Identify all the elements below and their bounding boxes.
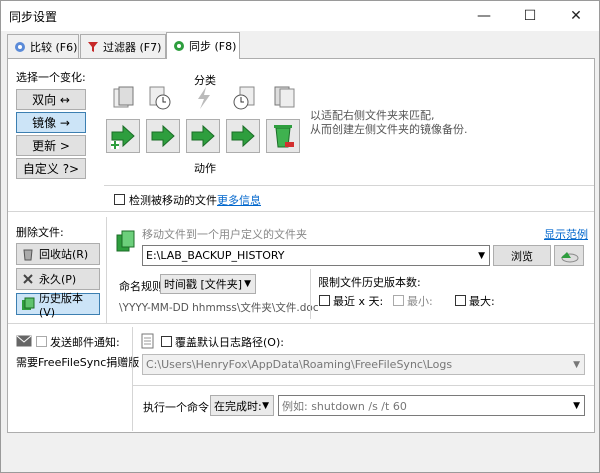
chevron-down-icon[interactable]: ▼ bbox=[573, 401, 580, 411]
run-command-when-select[interactable]: 在完成时: ▼ bbox=[210, 395, 274, 416]
tab-sync-label: 同步 (F8) bbox=[189, 40, 237, 53]
variant-update-button[interactable]: 更新 > bbox=[16, 135, 86, 156]
delete-recycle-bin-button[interactable]: 回收站(R) bbox=[16, 243, 100, 265]
chevron-down-icon[interactable]: ▼ bbox=[478, 251, 485, 261]
sync-settings-window: 同步设置 — ☐ ✕ 比较 (F6) 过滤器 (F7) 同步 (F8) 选择一个… bbox=[0, 0, 600, 473]
divider bbox=[132, 385, 594, 386]
action-delete-right-button[interactable] bbox=[266, 119, 300, 153]
limit-last-days-checkbox[interactable] bbox=[319, 295, 330, 306]
naming-select-value: 时间戳 [文件夹] bbox=[164, 278, 243, 291]
override-log-path-checkbox[interactable] bbox=[161, 336, 172, 347]
delete-versioning-label: 历史版本(V) bbox=[38, 291, 83, 319]
run-command-label: 执行一个命令: bbox=[143, 401, 213, 414]
naming-example: \YYYY-MM-DD hhmmss\文件夹\文件.doc bbox=[119, 302, 319, 314]
variant-header: 选择一个变化: bbox=[16, 71, 86, 84]
email-notify-checkbox[interactable] bbox=[36, 336, 47, 347]
delete-x-icon bbox=[23, 274, 33, 284]
recycle-bin-icon bbox=[274, 125, 294, 148]
green-arrow-icon bbox=[231, 124, 255, 148]
chevron-down-icon[interactable]: ▼ bbox=[573, 360, 580, 370]
tab-compare[interactable]: 比较 (F6) bbox=[7, 34, 79, 58]
limit-max-checkbox[interactable] bbox=[455, 295, 466, 306]
detect-moved-label: 检测被移动的文件 bbox=[129, 194, 217, 207]
tab-filter[interactable]: 过滤器 (F7) bbox=[80, 34, 166, 58]
recycle-bin-icon bbox=[23, 249, 33, 261]
tab-compare-label: 比较 (F6) bbox=[30, 40, 78, 54]
delete-permanent-button[interactable]: 永久(P) bbox=[16, 268, 100, 290]
chevron-down-icon: ▼ bbox=[244, 279, 251, 289]
tab-filter-label: 过滤器 (F7) bbox=[103, 40, 162, 54]
action-overwrite-newer-button[interactable] bbox=[146, 119, 180, 153]
show-example-link[interactable]: 显示范例 bbox=[544, 226, 588, 242]
log-path-value: C:\Users\HenryFox\AppData\Roaming\FreeFi… bbox=[146, 358, 453, 371]
delete-recycle-bin-label: 回收站(R) bbox=[39, 248, 89, 261]
naming-select[interactable]: 时间戳 [文件夹] ▼ bbox=[160, 274, 256, 294]
action-create-left-button[interactable] bbox=[106, 119, 140, 153]
cloud-icon bbox=[561, 251, 579, 262]
action-overwrite-different-button[interactable] bbox=[186, 119, 220, 153]
green-arrow-icon bbox=[191, 124, 215, 148]
green-arrow-plus-icon bbox=[111, 124, 135, 149]
right-only-icon bbox=[272, 85, 296, 111]
sync-panel: 选择一个变化: 双向 ↔ 镜像 → 更新 > 自定义 ?> 分类 动作 以适配右… bbox=[7, 58, 595, 433]
divider bbox=[8, 211, 594, 212]
run-command-when-value: 在完成时: bbox=[214, 399, 262, 413]
variant-two-way-button[interactable]: 双向 ↔ bbox=[16, 89, 86, 110]
run-command-input[interactable]: 例如: shutdown /s /t 60 ▼ bbox=[278, 395, 585, 416]
versioning-icon bbox=[22, 297, 35, 310]
donation-required-label: 需要FreeFileSync捐赠版 bbox=[16, 356, 140, 369]
variant-custom-button[interactable]: 自定义 ?> bbox=[16, 158, 86, 179]
limit-last-days-label: 最近 x 天: bbox=[333, 295, 384, 308]
divider bbox=[106, 217, 107, 323]
divider bbox=[8, 323, 594, 324]
versioning-folder-input[interactable]: E:\LAB_BACKUP_HISTORY ▼ bbox=[142, 245, 490, 266]
maximize-button[interactable]: ☐ bbox=[507, 1, 553, 31]
green-arrow-icon bbox=[151, 124, 175, 148]
delete-permanent-label: 永久(P) bbox=[39, 273, 77, 286]
divider bbox=[310, 269, 311, 319]
filter-icon bbox=[88, 41, 98, 52]
tab-sync[interactable]: 同步 (F8) bbox=[166, 32, 240, 59]
versioning-folder-icon bbox=[116, 229, 136, 253]
log-file-icon bbox=[141, 333, 155, 349]
left-only-icon bbox=[112, 85, 136, 111]
override-log-path-label: 覆盖默认日志路径(O): bbox=[175, 336, 284, 349]
cloud-folder-button[interactable] bbox=[554, 245, 584, 266]
versioning-move-hint: 移动文件到一个用户定义的文件夹 bbox=[142, 228, 307, 241]
chevron-down-icon: ▼ bbox=[262, 400, 269, 411]
left-newer-icon bbox=[148, 85, 172, 111]
title-bar: 同步设置 — ☐ ✕ bbox=[1, 1, 599, 31]
gear-green-icon bbox=[174, 41, 184, 51]
limit-min-checkbox[interactable] bbox=[393, 295, 404, 306]
run-command-placeholder: 例如: shutdown /s /t 60 bbox=[282, 399, 407, 413]
action-overwrite-older-button[interactable] bbox=[226, 119, 260, 153]
minimize-button[interactable]: — bbox=[461, 1, 507, 31]
browse-button[interactable]: 浏览 bbox=[493, 245, 551, 266]
gear-icon bbox=[15, 41, 25, 52]
actions-label: 动作 bbox=[194, 162, 216, 175]
divider bbox=[132, 327, 133, 431]
limit-max-label: 最大: bbox=[469, 295, 495, 308]
variant-mirror-button[interactable]: 镜像 → bbox=[16, 112, 86, 133]
right-newer-icon bbox=[232, 85, 256, 111]
more-info-link[interactable]: 更多信息 bbox=[217, 192, 261, 208]
delete-files-header: 删除文件: bbox=[16, 226, 64, 239]
window-title: 同步设置 bbox=[9, 10, 58, 24]
close-button[interactable]: ✕ bbox=[553, 1, 599, 31]
limit-min-label: 最小: bbox=[407, 295, 433, 308]
log-path-input[interactable]: C:\Users\HenryFox\AppData\Roaming\FreeFi… bbox=[142, 354, 585, 375]
detect-moved-checkbox[interactable] bbox=[114, 194, 125, 205]
divider bbox=[104, 185, 594, 186]
different-icon bbox=[192, 85, 216, 111]
variant-description: 以适配右侧文件夹来匹配, 从而创建左侧文件夹的镜像备份. bbox=[310, 109, 468, 136]
versioning-folder-value: E:\LAB_BACKUP_HISTORY bbox=[146, 249, 285, 262]
email-icon bbox=[16, 335, 32, 347]
limit-versions-header: 限制文件历史版本数: bbox=[318, 276, 421, 289]
delete-versioning-button[interactable]: 历史版本(V) bbox=[16, 292, 100, 319]
email-notify-label: 发送邮件通知: bbox=[50, 336, 120, 349]
